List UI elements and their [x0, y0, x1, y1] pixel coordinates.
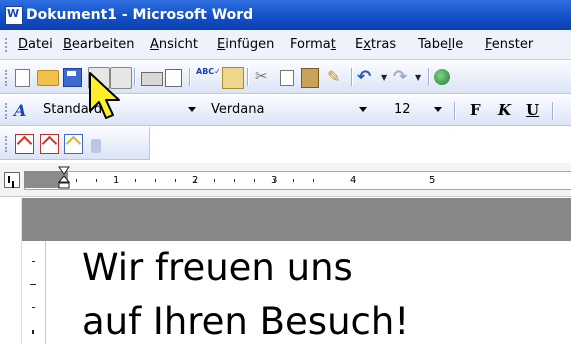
chevron-down-icon[interactable]	[434, 107, 442, 112]
ruler-tick	[293, 179, 294, 182]
convert-and-review-pdf-icon[interactable]	[64, 134, 83, 154]
menu-tabelle[interactable]: Tabelle	[418, 37, 463, 52]
ruler-tick	[313, 179, 314, 182]
horizontal-ruler: 12345	[0, 163, 571, 197]
font-size-value: 12	[394, 102, 411, 117]
standard-toolbar: ABC✓ ✂ ✎ ↶ ▼ ↷ ▼	[0, 61, 571, 94]
convert-to-pdf-icon[interactable]	[15, 134, 34, 154]
redo-icon[interactable]: ↷	[393, 67, 413, 87]
copy-icon[interactable]	[280, 70, 294, 86]
toolbar-separator	[428, 68, 429, 86]
toolbar-grip[interactable]	[5, 136, 9, 152]
ruler-tick	[175, 179, 176, 182]
toolbar-separator	[454, 102, 455, 120]
ruler-number: 4	[350, 175, 357, 186]
ruler-tick	[254, 179, 255, 182]
page-top-margin	[46, 198, 571, 241]
ruler-number: 5	[429, 175, 436, 186]
undo-dropdown-icon[interactable]: ▼	[381, 73, 387, 82]
styles-formatting-icon[interactable]: A	[14, 101, 26, 120]
formatting-toolbar: A Standard Verdana 12 F K U	[0, 95, 571, 126]
tab-selector-icon[interactable]	[4, 172, 20, 188]
ruler-tick	[32, 307, 35, 308]
research-icon[interactable]	[222, 67, 244, 89]
hyperlink-icon[interactable]	[434, 69, 450, 85]
ruler-tick	[135, 179, 136, 182]
vertical-ruler-margin	[22, 198, 46, 241]
ruler-tick	[234, 179, 235, 182]
menu-bar: Datei Bearbeiten Ansicht Einfügen Format…	[0, 30, 571, 60]
ruler-tick	[32, 330, 34, 334]
toolbar-separator	[134, 68, 135, 86]
menu-bearbeiten[interactable]: Bearbeiten	[63, 37, 134, 52]
ruler-tick	[214, 179, 215, 182]
menubar-grip[interactable]	[5, 38, 9, 52]
ruler-tick	[155, 179, 156, 182]
menu-ansicht[interactable]: Ansicht	[150, 37, 198, 52]
ruler-tick	[116, 179, 117, 182]
paste-icon[interactable]	[301, 68, 319, 88]
print-icon[interactable]	[141, 72, 163, 86]
toolbar-separator	[552, 102, 553, 120]
ruler-tick	[30, 284, 36, 285]
spelling-icon[interactable]: ABC✓	[196, 67, 221, 87]
ruler-tick	[76, 179, 77, 182]
print-preview-icon[interactable]	[165, 69, 182, 87]
redo-dropdown-icon[interactable]: ▼	[415, 73, 421, 82]
toolbar-separator	[247, 68, 248, 86]
ruler-strip[interactable]	[24, 171, 571, 190]
ruler-tick	[274, 179, 275, 182]
ruler-tick	[96, 179, 97, 182]
new-document-icon[interactable]	[15, 69, 30, 87]
bold-button[interactable]: F	[470, 101, 481, 119]
left-gutter	[0, 198, 22, 344]
menu-extras[interactable]: Extras	[355, 37, 396, 52]
convert-and-email-pdf-icon[interactable]	[40, 134, 59, 154]
chevron-down-icon[interactable]	[188, 107, 196, 112]
save-icon[interactable]	[63, 68, 82, 87]
document-text-line[interactable]: auf Ihren Besuch!	[82, 300, 409, 343]
open-folder-icon[interactable]	[37, 70, 59, 86]
format-painter-icon[interactable]: ✎	[327, 67, 347, 87]
menu-format[interactable]: Format	[290, 37, 336, 52]
toolbar-options-icon[interactable]	[91, 139, 101, 153]
font-value: Verdana	[211, 102, 265, 117]
word-app-icon[interactable]	[5, 6, 23, 25]
italic-button[interactable]: K	[498, 101, 511, 119]
document-text-line[interactable]: Wir freuen uns	[82, 246, 353, 289]
pdf-toolbar	[0, 127, 150, 160]
ruler-tick	[195, 179, 196, 182]
menu-einfuegen[interactable]: Einfügen	[217, 37, 274, 52]
indent-marker-icon[interactable]	[58, 166, 70, 189]
menu-datei[interactable]: Datei	[18, 37, 53, 52]
vertical-ruler[interactable]	[22, 241, 46, 344]
cut-icon[interactable]: ✂	[255, 67, 275, 87]
menu-fenster[interactable]: Fenster	[485, 37, 533, 52]
font-combo[interactable]: Verdana	[206, 100, 372, 120]
window-title: Dokument1 - Microsoft Word	[26, 7, 254, 23]
toolbar-separator	[189, 68, 190, 86]
font-size-combo[interactable]: 12	[389, 100, 447, 120]
title-bar: Dokument1 - Microsoft Word	[0, 0, 571, 30]
underline-button[interactable]: U	[526, 101, 539, 119]
mouse-cursor-icon	[89, 72, 120, 119]
chevron-down-icon[interactable]	[359, 107, 367, 112]
toolbar-grip[interactable]	[5, 103, 9, 119]
toolbar-separator	[351, 68, 352, 86]
toolbar-grip[interactable]	[5, 70, 9, 86]
ruler-tick	[32, 261, 35, 262]
undo-icon[interactable]: ↶	[357, 67, 377, 87]
